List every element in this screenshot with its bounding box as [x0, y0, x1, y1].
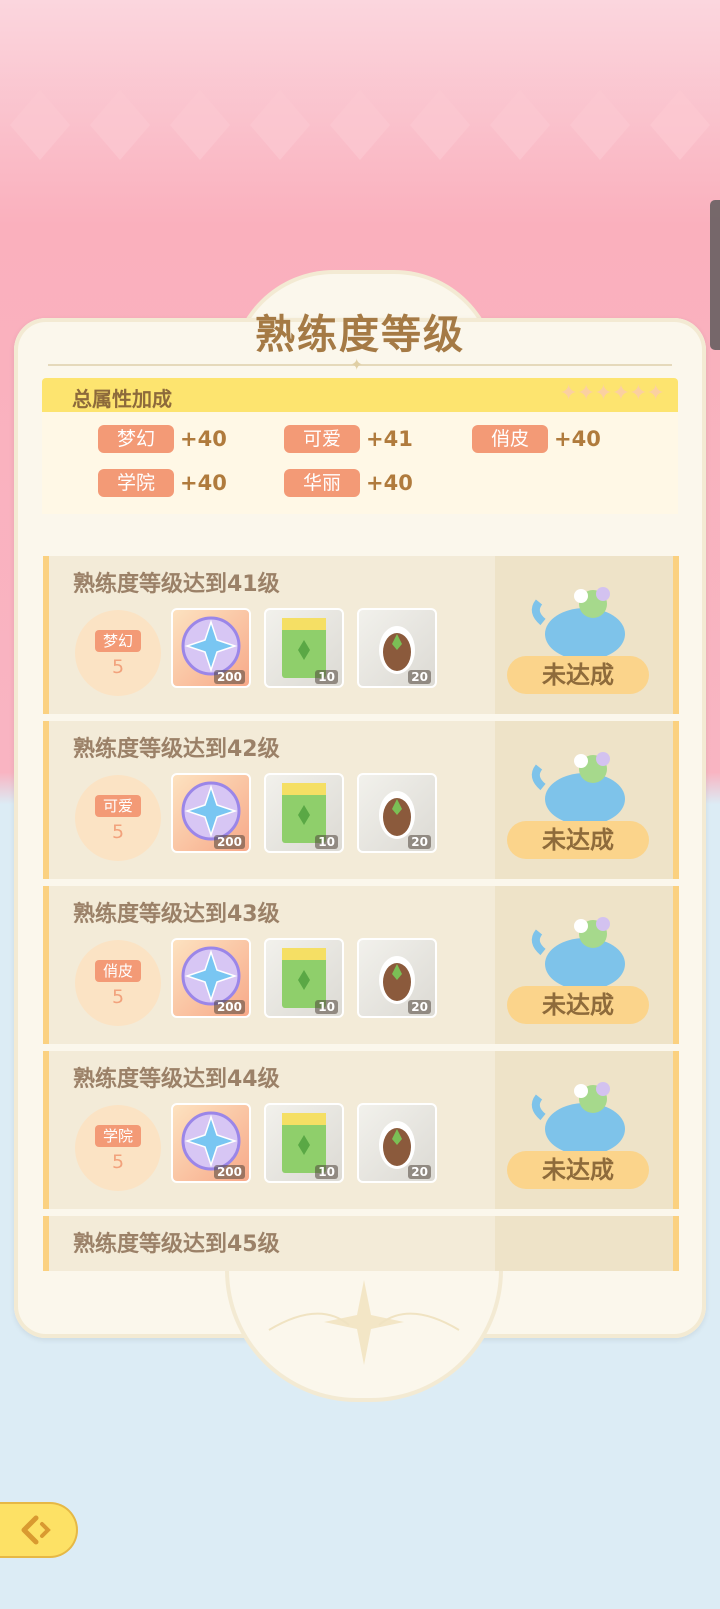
reward-item-compass[interactable]: 200	[171, 938, 251, 1018]
reward-row-title: 熟练度等级达到43级	[73, 902, 280, 927]
compass-ornament-icon	[268, 1280, 460, 1365]
attribute-bonus-label: 总属性加成	[72, 387, 172, 411]
decorative-stars-icon: ✦✦✦✦✦✦	[559, 381, 665, 406]
attribute-item-playful: 俏皮 +40	[472, 424, 601, 454]
reward-item-seed-bag[interactable]: 10	[264, 1103, 344, 1183]
attribute-bonus-header: 总属性加成 ✦✦✦✦✦✦	[42, 378, 678, 412]
status-not-achieved-button[interactable]: 未达成	[507, 656, 649, 694]
status-not-achieved-button[interactable]: 未达成	[507, 986, 649, 1024]
attribute-value: +40	[366, 471, 413, 495]
item-count: 20	[408, 670, 431, 684]
item-count: 200	[213, 835, 245, 849]
attribute-badge: 可爱 5	[75, 775, 161, 861]
attribute-tag: 可爱	[284, 425, 360, 453]
reward-item-seed-bag[interactable]: 10	[264, 938, 344, 1018]
back-button[interactable]	[0, 1502, 78, 1558]
divider-star-icon: ✦	[350, 355, 364, 374]
attribute-item-academy: 学院 +40	[98, 468, 227, 498]
attribute-badge: 学院 5	[75, 1105, 161, 1191]
item-count: 200	[213, 1000, 245, 1014]
elephant-watering-can-icon	[531, 752, 625, 825]
reward-row-43: 熟练度等级达到43级 俏皮 5 200 10 20 未达成	[43, 886, 679, 1044]
attribute-badge: 梦幻 5	[75, 610, 161, 696]
attribute-value: +40	[554, 427, 601, 451]
attribute-value: +41	[366, 427, 413, 451]
back-arrow-icon	[21, 1515, 51, 1545]
reward-item-seed-bag[interactable]: 10	[264, 773, 344, 853]
attribute-tag: 梦幻	[98, 425, 174, 453]
badge-tag: 梦幻	[95, 630, 141, 652]
reward-row-45: 熟练度等级达到45级	[43, 1216, 679, 1271]
badge-tag: 俏皮	[95, 960, 141, 982]
attribute-tag: 学院	[98, 469, 174, 497]
item-count: 20	[408, 1165, 431, 1179]
reward-item-compass[interactable]: 200	[171, 1103, 251, 1183]
attribute-tag: 俏皮	[472, 425, 548, 453]
item-count: 200	[213, 670, 245, 684]
badge-number: 5	[111, 1151, 125, 1173]
reward-row-44: 熟练度等级达到44级 学院 5 200 10 20 未达成	[43, 1051, 679, 1209]
item-count: 200	[213, 1165, 245, 1179]
reward-item-compass[interactable]: 200	[171, 773, 251, 853]
reward-row-title: 熟练度等级达到41级	[73, 572, 280, 597]
status-not-achieved-button[interactable]: 未达成	[507, 821, 649, 859]
badge-tag: 可爱	[95, 795, 141, 817]
reward-item-seed-bag[interactable]: 10	[264, 608, 344, 688]
reward-item-seed[interactable]: 20	[357, 1103, 437, 1183]
reward-item-seed[interactable]: 20	[357, 608, 437, 688]
row-status-area	[495, 1216, 673, 1271]
reward-row-title: 熟练度等级达到45级	[73, 1232, 280, 1257]
item-count: 10	[315, 835, 338, 849]
reward-list[interactable]: 熟练度等级达到41级 梦幻 5 200 10 20 未达成 熟练度等级达到42级…	[43, 556, 679, 1271]
reward-item-seed[interactable]: 20	[357, 773, 437, 853]
reward-item-compass[interactable]: 200	[171, 608, 251, 688]
elephant-watering-can-icon	[531, 587, 625, 660]
attribute-item-dream: 梦幻 +40	[98, 424, 227, 454]
badge-number: 5	[111, 656, 125, 678]
attribute-bonus-body: 梦幻 +40 可爱 +41 俏皮 +40 学院 +40 华丽 +40	[42, 412, 678, 514]
item-count: 10	[315, 670, 338, 684]
item-count: 20	[408, 835, 431, 849]
item-count: 10	[315, 1000, 338, 1014]
reward-row-42: 熟练度等级达到42级 可爱 5 200 10 20 未达成	[43, 721, 679, 879]
badge-number: 5	[111, 821, 125, 843]
badge-number: 5	[111, 986, 125, 1008]
status-not-achieved-button[interactable]: 未达成	[507, 1151, 649, 1189]
attribute-badge: 俏皮 5	[75, 940, 161, 1026]
panel-bottom-arch	[225, 1270, 503, 1402]
attribute-tag: 华丽	[284, 469, 360, 497]
reward-row-41: 熟练度等级达到41级 梦幻 5 200 10 20 未达成	[43, 556, 679, 714]
elephant-watering-can-icon	[531, 917, 625, 990]
page-title: 熟练度等级	[255, 312, 465, 358]
attribute-item-cute: 可爱 +41	[284, 424, 413, 454]
reward-row-title: 熟练度等级达到44级	[73, 1067, 280, 1092]
reward-row-title: 熟练度等级达到42级	[73, 737, 280, 762]
item-count: 20	[408, 1000, 431, 1014]
attribute-item-gorgeous: 华丽 +40	[284, 468, 413, 498]
background-diamond-pattern	[10, 90, 710, 160]
badge-tag: 学院	[95, 1125, 141, 1147]
attribute-value: +40	[180, 471, 227, 495]
item-count: 10	[315, 1165, 338, 1179]
reward-item-seed[interactable]: 20	[357, 938, 437, 1018]
attribute-value: +40	[180, 427, 227, 451]
elephant-watering-can-icon	[531, 1082, 625, 1155]
